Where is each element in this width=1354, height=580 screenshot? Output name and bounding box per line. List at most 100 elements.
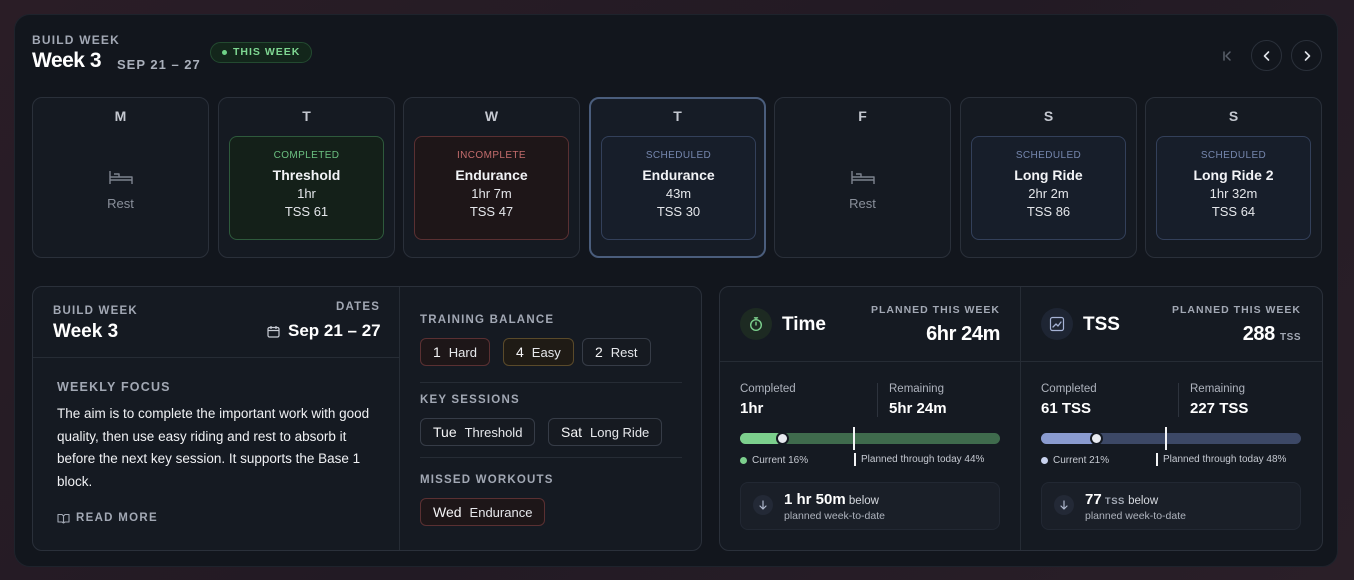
dates-label: DATES <box>336 301 381 313</box>
remaining-value: 5hr 24m <box>889 400 947 417</box>
workout-duration: 43m <box>665 186 692 201</box>
below-value: 1 hr 50m <box>784 491 846 508</box>
planned-legend: Planned through today 44% <box>854 453 984 466</box>
key-sessions-label: KEY SESSIONS <box>420 394 520 406</box>
stopwatch-icon <box>740 308 772 340</box>
chart-icon <box>1041 308 1073 340</box>
below-subtext: planned week-to-date <box>784 510 885 522</box>
below-value: 77 <box>1085 491 1102 508</box>
below-plan-box: 77 TSS below planned week-to-date <box>1041 482 1301 530</box>
workout-status: SCHEDULED <box>1200 150 1267 161</box>
tss-title: TSS <box>1083 314 1120 335</box>
bed-icon <box>851 171 875 184</box>
workout-duration: 1hr <box>297 186 316 201</box>
time-metric: Time PLANNED THIS WEEK 6hr 24m Completed… <box>720 287 1020 550</box>
training-balance-label: TRAINING BALANCE <box>420 314 555 326</box>
balance-rest-pill: 2 Rest <box>582 338 651 366</box>
current-marker <box>1089 432 1103 445</box>
below-plan-box: 1 hr 50m below planned week-to-date <box>740 482 1000 530</box>
workout-card[interactable]: SCHEDULED Long Ride 2hr 2m TSS 86 <box>971 136 1126 240</box>
arrow-down-icon <box>753 495 773 515</box>
workout-name: Long Ride <box>1014 167 1083 183</box>
balance-easy-pill: 4 Easy <box>503 338 574 366</box>
tss-progress-bar <box>1041 427 1301 450</box>
key-session-pill[interactable]: Sat Long Ride <box>548 418 663 446</box>
current-legend: Current 16% <box>740 455 808 466</box>
book-icon <box>57 513 70 524</box>
week-date-range: SEP 21 – 27 <box>117 57 201 72</box>
planned-value: 288 TSS <box>1242 323 1301 345</box>
weekly-focus-label: WEEKLY FOCUS <box>57 380 171 394</box>
this-week-badge: THIS WEEK <box>210 42 313 63</box>
divider <box>399 287 400 550</box>
workout-tss: TSS 30 <box>656 204 701 219</box>
divider <box>420 382 682 383</box>
workout-card[interactable]: SCHEDULED Endurance 43m TSS 30 <box>601 136 756 240</box>
time-progress-bar <box>740 427 1000 450</box>
completed-label: Completed <box>1041 383 1097 395</box>
summary-title: Week 3 <box>53 321 119 342</box>
completed-value: 61 TSS <box>1041 400 1092 417</box>
remaining-label: Remaining <box>889 383 944 395</box>
missed-workout-pill[interactable]: Wed Endurance <box>420 498 546 526</box>
chevron-right-icon <box>1304 50 1310 61</box>
workout-name: Endurance <box>642 167 715 183</box>
below-subtext: planned week-to-date <box>1085 510 1186 522</box>
workout-card[interactable]: COMPLETED Threshold 1hr TSS 61 <box>229 136 384 240</box>
day-card-sun[interactable]: S SCHEDULED Long Ride 2 1hr 32m TSS 64 <box>1145 97 1322 258</box>
metrics-panel: Time PLANNED THIS WEEK 6hr 24m Completed… <box>719 286 1323 551</box>
day-card-tue[interactable]: T COMPLETED Threshold 1hr TSS 61 <box>218 97 395 258</box>
previous-week-button[interactable] <box>1251 40 1282 71</box>
day-card-sat[interactable]: S SCHEDULED Long Ride 2hr 2m TSS 86 <box>960 97 1137 258</box>
arrow-down-icon <box>1054 495 1074 515</box>
bed-icon <box>109 171 133 184</box>
week-card: BUILD WEEK Week 3 SEP 21 – 27 THIS WEEK … <box>14 14 1338 567</box>
week-kicker: BUILD WEEK <box>32 33 120 47</box>
workout-card[interactable]: SCHEDULED Long Ride 2 1hr 32m TSS 64 <box>1156 136 1311 240</box>
key-session-pill[interactable]: Tue Threshold <box>420 418 536 446</box>
planned-today-marker <box>853 427 856 450</box>
progress-fill <box>1041 433 1096 444</box>
summary-kicker: BUILD WEEK <box>53 305 138 317</box>
day-letter: M <box>114 108 127 124</box>
workout-status: SCHEDULED <box>1015 150 1082 161</box>
current-legend: Current 21% <box>1041 455 1109 466</box>
completed-label: Completed <box>740 383 796 395</box>
missed-workouts-label: MISSED WORKOUTS <box>420 474 554 486</box>
balance-hard-pill: 1 Hard <box>420 338 490 366</box>
time-title: Time <box>782 314 827 335</box>
day-card-wed[interactable]: W INCOMPLETE Endurance 1hr 7m TSS 47 <box>403 97 580 258</box>
day-card-fri[interactable]: F Rest <box>774 97 951 258</box>
day-letter: W <box>484 108 499 124</box>
tss-metric: TSS PLANNED THIS WEEK 288 TSS Completed … <box>1021 287 1321 550</box>
week-title: Week 3 <box>32 49 102 72</box>
first-week-button[interactable] <box>1211 40 1242 71</box>
day-letter: F <box>858 108 867 124</box>
week-summary-panel: BUILD WEEK Week 3 DATES Sep 21 – 27 WEEK… <box>32 286 702 551</box>
rest-label: Rest <box>849 196 876 211</box>
remaining-label: Remaining <box>1190 383 1245 395</box>
next-week-button[interactable] <box>1291 40 1322 71</box>
day-letter: S <box>1043 108 1054 124</box>
workout-status: COMPLETED <box>273 150 340 161</box>
workout-card[interactable]: INCOMPLETE Endurance 1hr 7m TSS 47 <box>414 136 569 240</box>
status-dot-icon <box>222 50 227 55</box>
workout-name: Long Ride 2 <box>1193 167 1274 183</box>
completed-value: 1hr <box>740 400 764 417</box>
workout-status: SCHEDULED <box>645 150 712 161</box>
workout-duration: 1hr 7m <box>471 186 512 201</box>
divider <box>1178 383 1179 417</box>
planned-today-marker <box>1164 427 1167 450</box>
skip-back-icon <box>1222 50 1231 61</box>
rest-label: Rest <box>107 196 134 211</box>
planned-label: PLANNED THIS WEEK <box>1171 304 1301 316</box>
workout-tss: TSS 47 <box>469 204 514 219</box>
legend-dot-icon <box>1041 457 1048 464</box>
day-card-thu[interactable]: T SCHEDULED Endurance 43m TSS 30 <box>589 97 766 258</box>
remaining-value: 227 TSS <box>1190 400 1249 417</box>
day-letter: T <box>302 108 311 124</box>
workout-duration: 1hr 32m <box>1209 186 1258 201</box>
day-card-mon[interactable]: M Rest <box>32 97 209 258</box>
weekly-focus-text: The aim is to complete the important wor… <box>57 406 370 489</box>
read-more-link[interactable]: READ MORE <box>57 512 158 524</box>
